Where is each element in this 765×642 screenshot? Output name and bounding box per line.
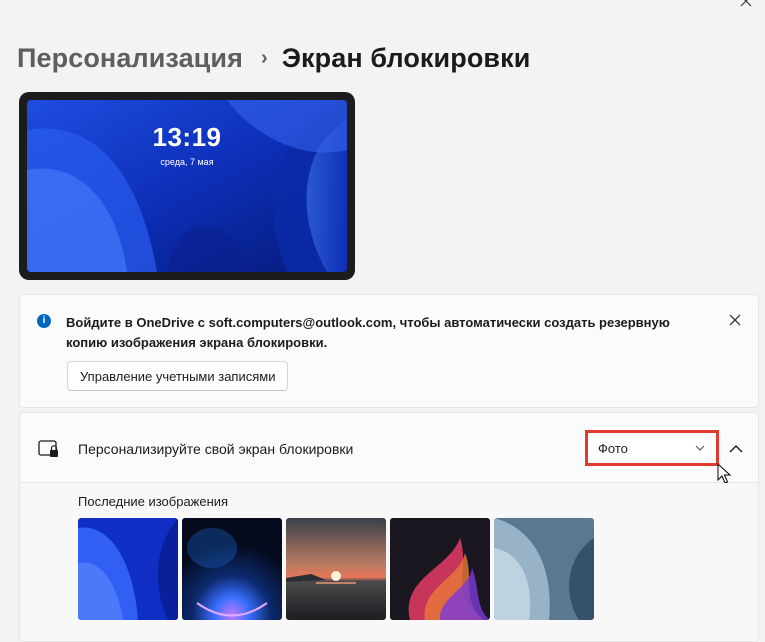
recent-image-dark-glow[interactable]	[182, 518, 282, 620]
manage-accounts-button[interactable]: Управление учетными записями	[67, 361, 289, 391]
chevron-up-icon[interactable]	[724, 439, 748, 459]
breadcrumb-parent[interactable]: Персонализация	[17, 43, 243, 74]
close-icon[interactable]	[726, 311, 744, 329]
window-close-icon[interactable]	[739, 0, 753, 8]
dropdown-value: Фото	[598, 441, 628, 456]
preview-wallpaper: 13:19 среда, 7 мая	[27, 100, 347, 272]
breadcrumb-separator-icon: ›	[260, 46, 268, 69]
background-type-dropdown[interactable]: Фото	[586, 431, 718, 465]
lock-screen-preview: 13:19 среда, 7 мая	[19, 92, 355, 280]
recent-image-gray-bloom[interactable]	[494, 518, 594, 620]
recent-images-label: Последние изображения	[78, 494, 229, 509]
preview-clock: 13:19	[152, 122, 222, 152]
onedrive-notice: i Войдите в OneDrive с soft.computers@ou…	[19, 294, 759, 408]
page-title: Экран блокировки	[281, 42, 531, 73]
preview-date: среда, 7 мая	[160, 157, 214, 167]
recent-images-list	[78, 518, 594, 620]
personalize-header[interactable]: Персонализируйте свой экран блокировки Ф…	[20, 413, 758, 484]
recent-image-sunset-sea[interactable]	[286, 518, 386, 620]
recent-image-blue-bloom[interactable]	[78, 518, 178, 620]
personalize-lock-screen-card: Персонализируйте свой экран блокировки Ф…	[19, 412, 759, 642]
recent-image-colorful-ribbon[interactable]	[390, 518, 490, 620]
info-icon: i	[37, 314, 51, 328]
personalize-body: Последние изображения	[20, 483, 758, 641]
mouse-cursor-icon	[717, 463, 731, 484]
onedrive-notice-text: Войдите в OneDrive с soft.computers@outl…	[66, 315, 670, 350]
lock-screen-icon	[38, 440, 58, 457]
personalize-title: Персонализируйте свой экран блокировки	[78, 441, 354, 457]
chevron-down-icon	[695, 445, 705, 451]
breadcrumb: Персонализация › Экран блокировки	[17, 38, 530, 78]
